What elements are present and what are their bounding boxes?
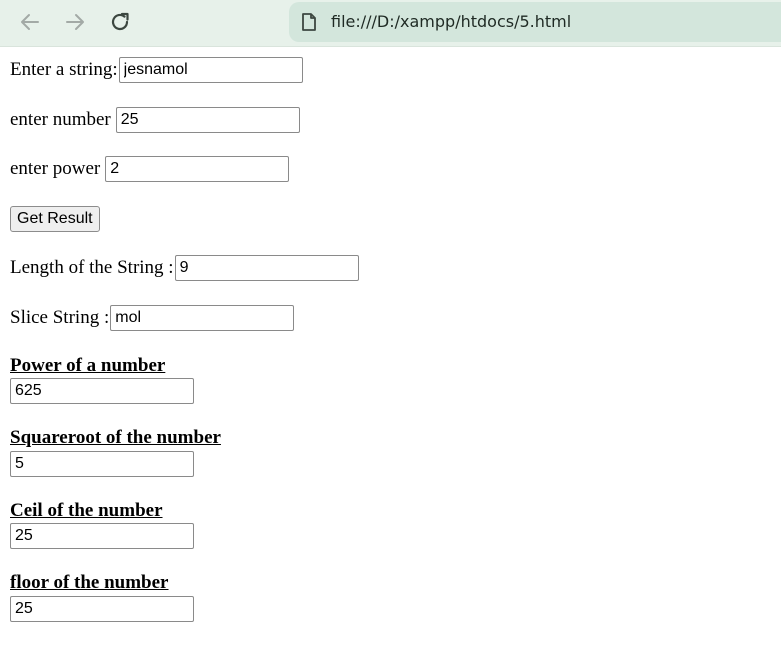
power-heading: Power of a number bbox=[10, 355, 166, 376]
browser-toolbar: file:///D:/xampp/htdocs/5.html bbox=[0, 0, 781, 47]
number-row: enter number bbox=[10, 106, 300, 134]
slice-row: Slice String : bbox=[10, 304, 295, 332]
slice-output[interactable] bbox=[110, 305, 295, 331]
address-url: file:///D:/xampp/htdocs/5.html bbox=[331, 12, 572, 31]
length-row: Length of the String : bbox=[10, 254, 359, 282]
file-page-icon bbox=[302, 13, 316, 31]
back-button[interactable] bbox=[16, 8, 44, 36]
floor-heading: floor of the number bbox=[10, 572, 169, 593]
sqrt-output[interactable] bbox=[10, 451, 194, 477]
sqrt-heading: Squareroot of the number bbox=[10, 427, 221, 448]
power-label: enter power bbox=[10, 158, 101, 179]
get-result-button[interactable]: Get Result bbox=[10, 206, 100, 232]
length-label: Length of the String : bbox=[10, 257, 174, 278]
forward-button[interactable] bbox=[61, 8, 89, 36]
string-row: Enter a string: bbox=[10, 56, 303, 84]
reload-icon bbox=[111, 12, 129, 31]
ceil-output[interactable] bbox=[10, 523, 194, 549]
length-output[interactable] bbox=[174, 255, 359, 281]
string-label: Enter a string: bbox=[10, 59, 118, 80]
reload-button[interactable] bbox=[106, 8, 134, 36]
power-row: enter power bbox=[10, 155, 290, 183]
arrow-left-icon bbox=[21, 14, 39, 30]
string-input[interactable] bbox=[118, 57, 303, 83]
arrow-right-icon bbox=[66, 14, 84, 30]
power-input[interactable] bbox=[105, 156, 290, 182]
floor-output[interactable] bbox=[10, 596, 194, 622]
ceil-heading: Ceil of the number bbox=[10, 500, 163, 521]
number-label: enter number bbox=[10, 109, 111, 130]
number-input[interactable] bbox=[115, 107, 300, 133]
power-output[interactable] bbox=[10, 378, 194, 404]
address-bar[interactable]: file:///D:/xampp/htdocs/5.html bbox=[289, 2, 781, 42]
slice-label: Slice String : bbox=[10, 307, 110, 328]
